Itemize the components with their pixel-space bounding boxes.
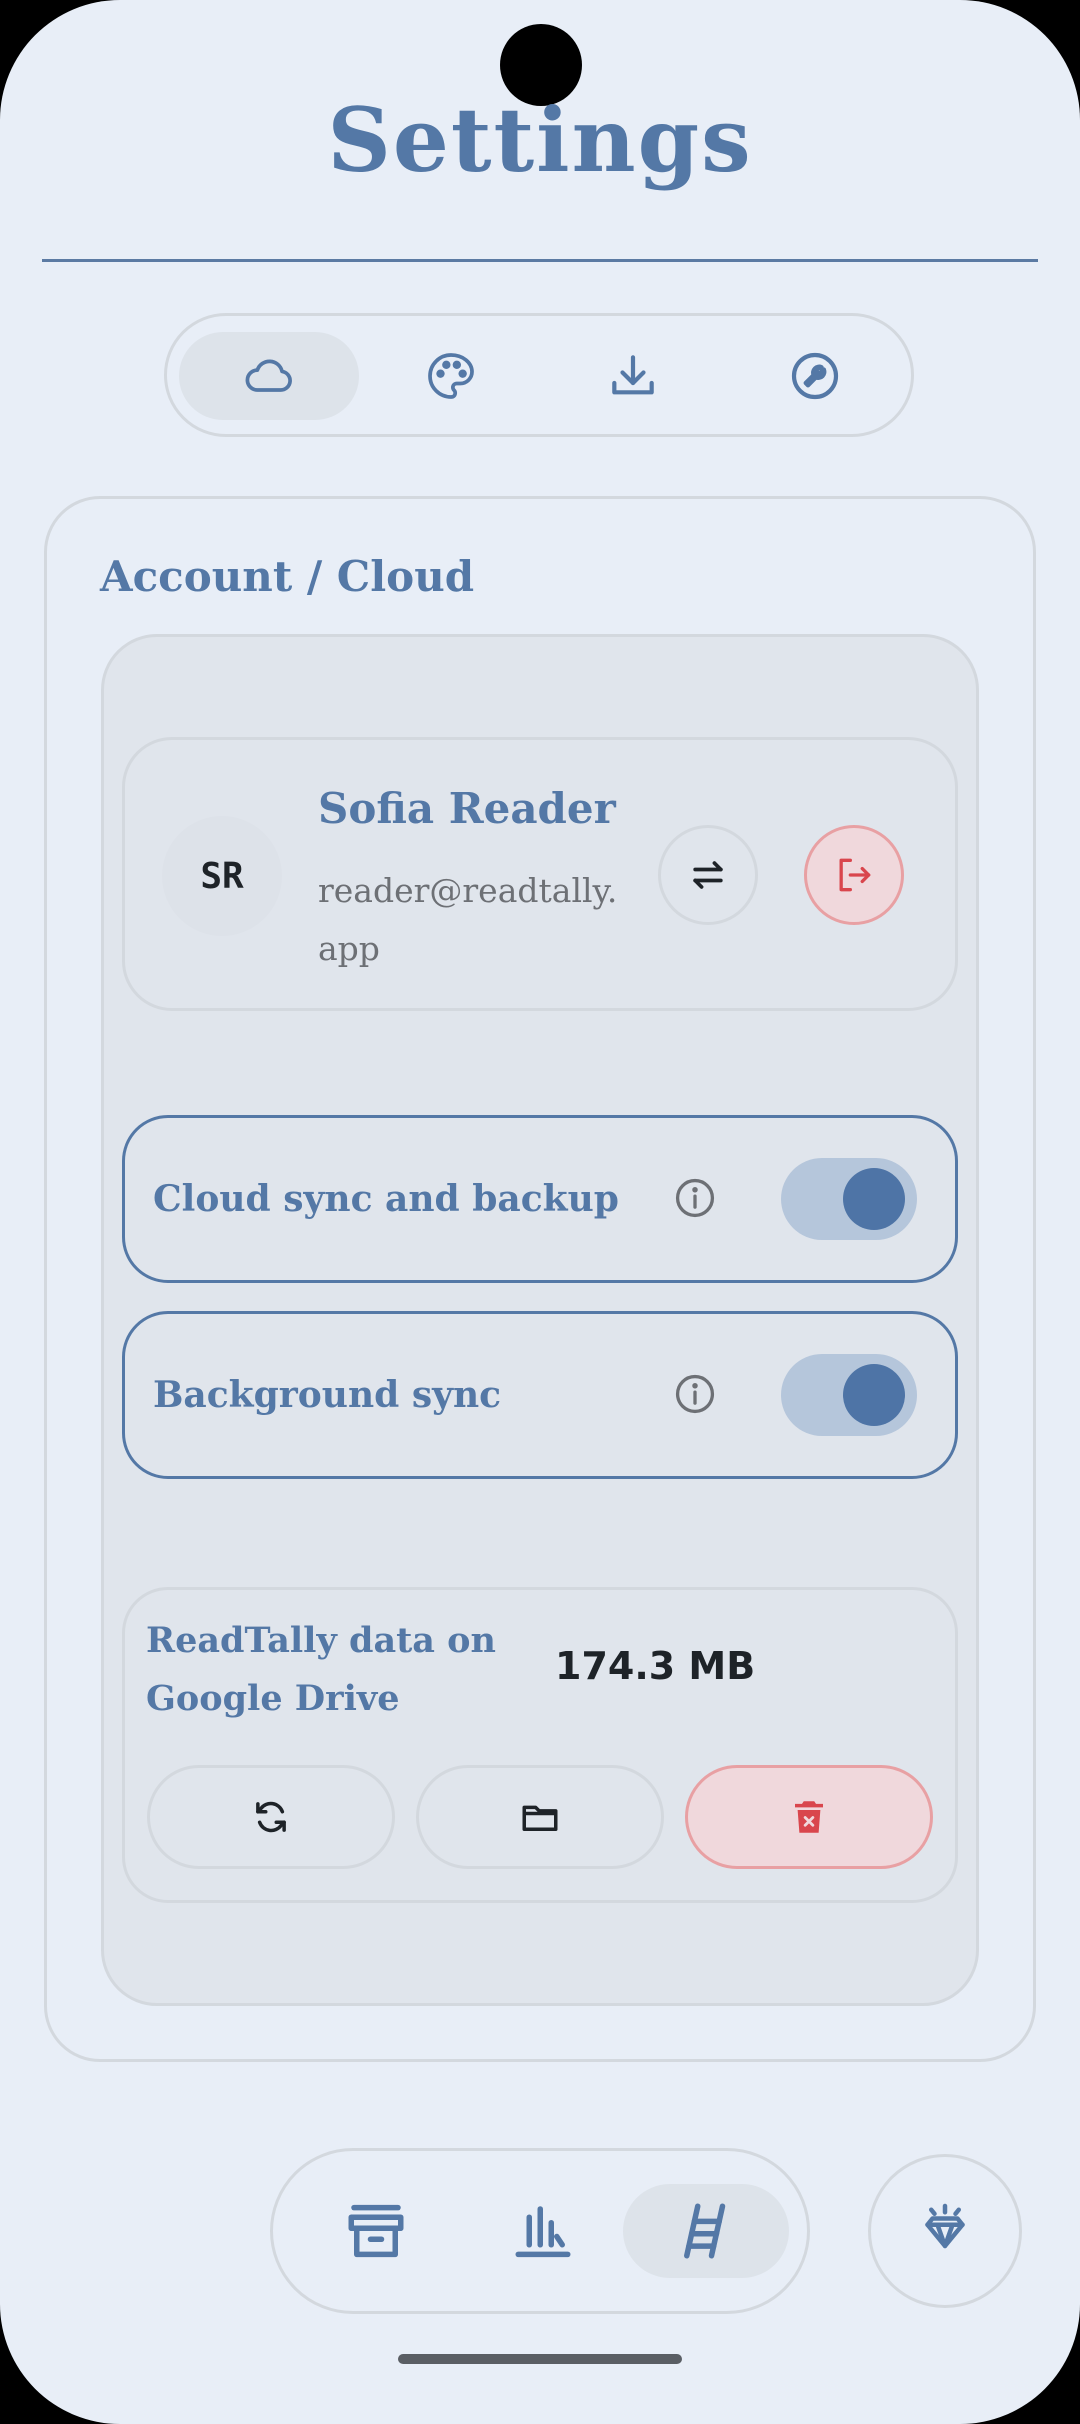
tab-advanced[interactable]	[725, 332, 905, 420]
header-divider	[42, 259, 1038, 262]
section-title: Account / Cloud	[100, 552, 475, 601]
sign-out-button[interactable]	[804, 825, 904, 925]
refresh-icon	[256, 1801, 286, 1833]
folder-icon	[522, 1805, 558, 1831]
nav-statistics[interactable]	[460, 2184, 626, 2278]
premium-button[interactable]	[868, 2154, 1022, 2308]
nav-library[interactable]	[293, 2184, 459, 2278]
ladder-icon	[684, 2203, 726, 2259]
tab-import-export[interactable]	[543, 332, 723, 420]
drive-data-size: 174.3 MB	[555, 1644, 756, 1688]
tab-cloud[interactable]	[179, 332, 359, 420]
cloud-icon	[245, 359, 292, 392]
settings-screen: Settings Account / Cloud SR Sofia Reader…	[0, 0, 1080, 2424]
info-icon[interactable]	[673, 1372, 717, 1416]
archive-icon	[348, 2204, 404, 2258]
background-sync-row[interactable]: Background sync	[122, 1311, 958, 1479]
cloud-sync-toggle[interactable]	[781, 1158, 917, 1240]
open-drive-folder-button[interactable]	[416, 1765, 664, 1869]
info-icon[interactable]	[673, 1176, 717, 1220]
drive-data-label: ReadTally data on Google Drive	[146, 1620, 496, 1719]
tab-appearance[interactable]	[361, 332, 541, 420]
diamond-icon	[925, 2203, 965, 2249]
avatar: SR	[162, 816, 282, 936]
settings-tabs	[164, 313, 914, 437]
nav-settings[interactable]	[623, 2184, 789, 2278]
stats-icon	[515, 2206, 571, 2258]
user-email: reader@readtally.app	[318, 871, 618, 968]
switch-account-button[interactable]	[658, 825, 758, 925]
cloud-sync-label: Cloud sync and backup	[153, 1178, 619, 1220]
toggle-knob	[843, 1364, 905, 1426]
download-icon	[612, 355, 654, 395]
delete-icon	[795, 1801, 823, 1833]
palette-icon	[428, 353, 474, 399]
toggle-knob	[843, 1168, 905, 1230]
delete-drive-data-button[interactable]	[685, 1765, 933, 1869]
logout-icon	[839, 858, 871, 892]
swap-icon	[693, 861, 723, 889]
refresh-drive-button[interactable]	[147, 1765, 395, 1869]
cloud-sync-row[interactable]: Cloud sync and backup	[122, 1115, 958, 1283]
page-title: Settings	[327, 88, 753, 192]
bottom-navigation	[270, 2148, 810, 2314]
background-sync-label: Background sync	[153, 1374, 502, 1416]
user-name: Sofia Reader	[318, 784, 616, 833]
wrench-icon	[791, 352, 839, 400]
home-indicator[interactable]	[398, 2354, 682, 2364]
background-sync-toggle[interactable]	[781, 1354, 917, 1436]
